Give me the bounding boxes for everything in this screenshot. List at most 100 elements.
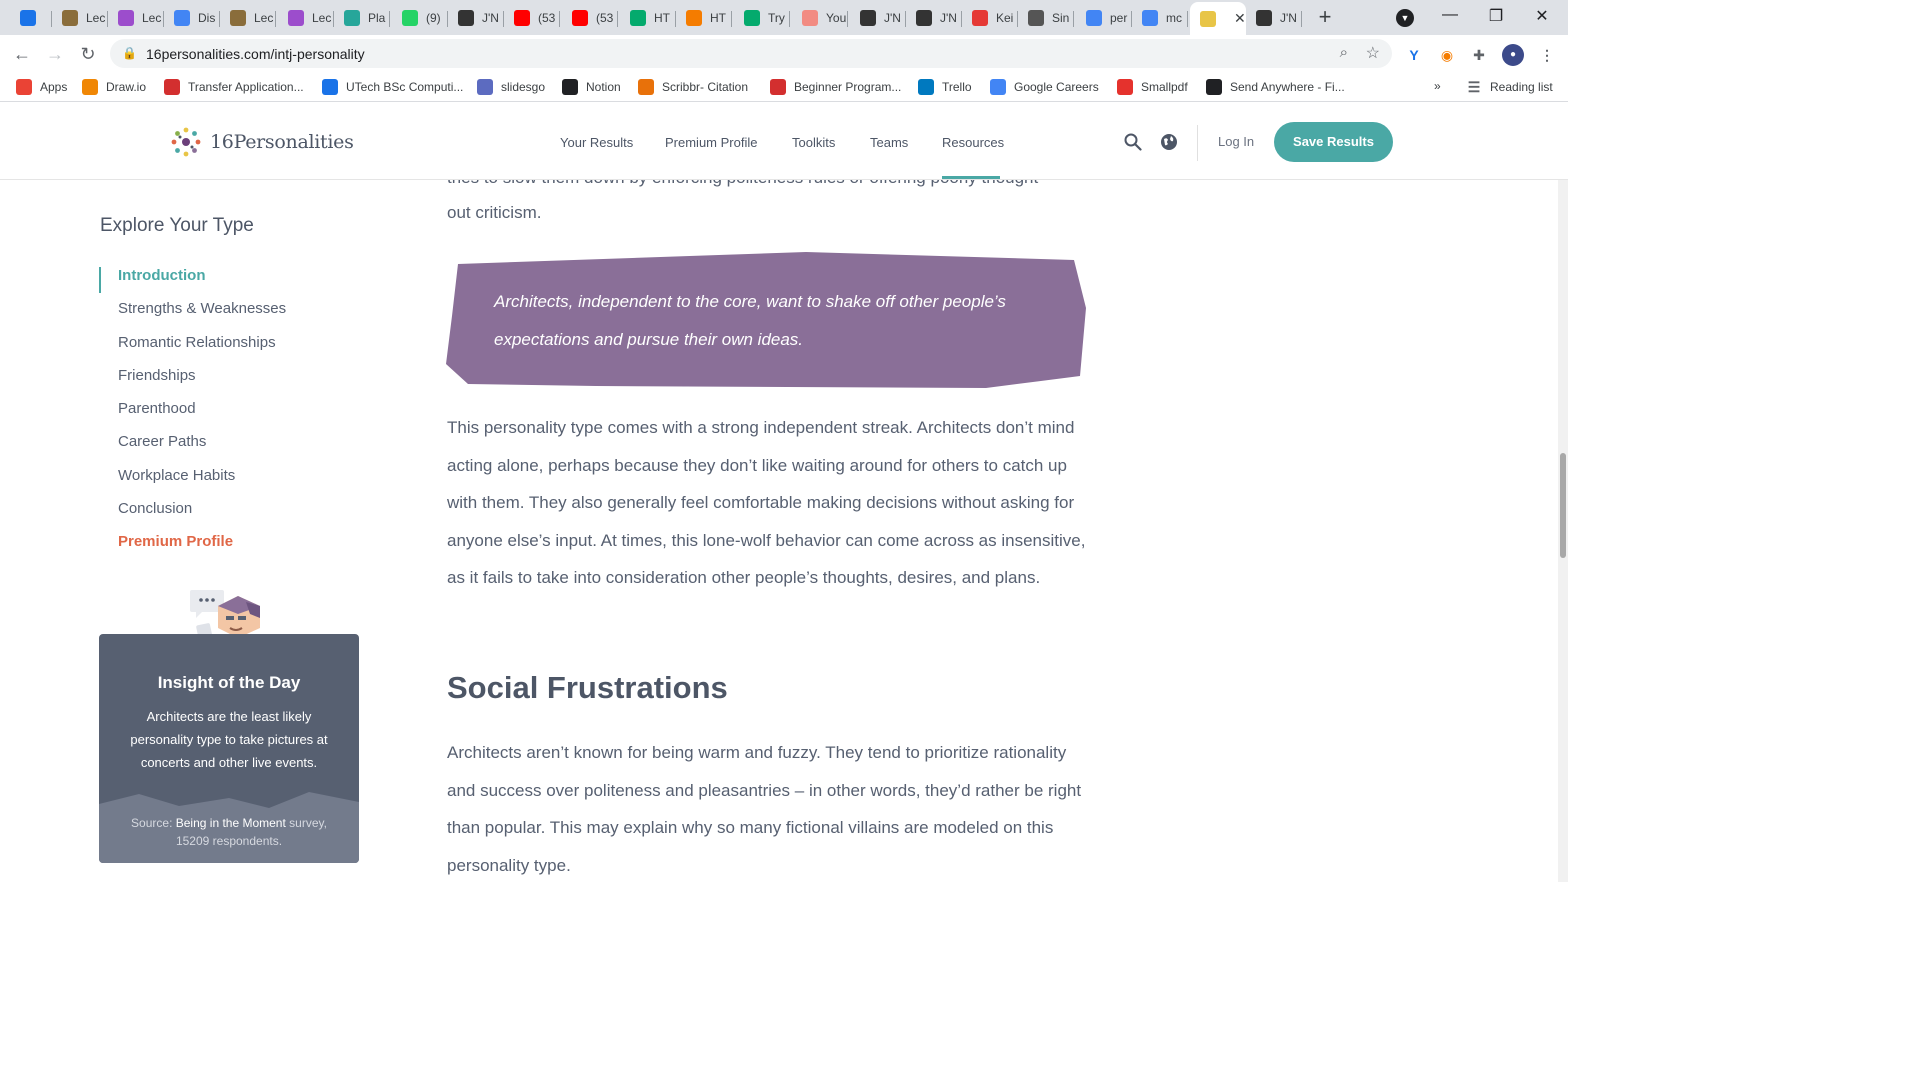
smallpdf-icon <box>1117 79 1133 95</box>
browser-tab[interactable]: J'N <box>850 4 906 32</box>
lock-icon[interactable]: 🔒 <box>122 46 137 60</box>
browser-tab[interactable]: per <box>1076 4 1132 32</box>
save-results-button[interactable]: Save Results <box>1274 122 1393 162</box>
toc-item[interactable]: Romantic Relationships <box>118 334 276 351</box>
reload-icon[interactable]: ↻ <box>76 42 100 66</box>
toc-item[interactable]: Career Paths <box>118 433 206 450</box>
toc-item[interactable]: Workplace Habits <box>118 467 235 484</box>
bookmark-item[interactable]: Notion <box>562 79 621 95</box>
bookmark-item[interactable]: Draw.io <box>82 79 146 95</box>
bookmark-item[interactable]: slidesgo <box>477 79 545 95</box>
reading-list-button[interactable]: ☰ Reading list <box>1466 79 1553 95</box>
browser-tab[interactable]: (9) <box>392 4 448 32</box>
browser-tab[interactable]: Kei <box>962 4 1018 32</box>
forward-icon[interactable]: → <box>43 42 67 66</box>
browser-tab[interactable]: (53 <box>562 4 618 32</box>
site-header: 16Personalities Your Results Premium Pro… <box>0 103 1568 180</box>
bookmark-item[interactable]: Google Careers <box>990 79 1099 95</box>
lightbulb-icon <box>62 10 78 26</box>
page-scrollbar[interactable] <box>1558 103 1568 882</box>
toc-item[interactable]: Premium Profile <box>118 533 233 550</box>
browser-tab[interactable]: Sin <box>1018 4 1074 32</box>
nav-toolkits[interactable]: Toolkits <box>792 135 835 150</box>
nav-resources[interactable]: Resources <box>942 135 1004 150</box>
bookmarks-overflow-icon[interactable]: » <box>1434 79 1441 93</box>
browser-menu-icon[interactable]: ⋮ <box>1538 46 1556 64</box>
article-paragraph-social-frustrations: Architects aren’t known for being warm a… <box>447 743 1082 875</box>
bookmark-item[interactable]: Beginner Program... <box>770 79 901 95</box>
browser-tab[interactable]: HT <box>620 4 676 32</box>
browser-tab[interactable]: Dis <box>164 4 220 32</box>
insight-source-link[interactable]: Being in the Moment <box>176 816 286 830</box>
bookmark-item[interactable]: Scribbr- Citation <box>638 79 748 95</box>
site-logo[interactable]: 16Personalities <box>168 124 354 160</box>
tab-close-icon[interactable]: ✕ <box>1234 10 1246 27</box>
extensions-puzzle-icon[interactable]: ✚ <box>1470 46 1488 64</box>
bookmark-label: Apps <box>40 80 68 94</box>
bookmark-item[interactable]: UTech BSc Computi... <box>322 79 463 95</box>
browser-tab[interactable]: J'N <box>448 4 504 32</box>
window-close-icon[interactable]: ✕ <box>1522 6 1562 26</box>
browser-tab[interactable] <box>10 4 52 32</box>
bookmark-label: Trello <box>942 80 972 94</box>
nav-your-results[interactable]: Your Results <box>560 135 633 150</box>
browser-tab[interactable]: Lec <box>108 4 164 32</box>
browser-tab[interactable]: Lec <box>278 4 334 32</box>
send-anywhere-icon <box>1206 79 1222 95</box>
restore-icon[interactable]: ❐ <box>1476 6 1516 26</box>
toc-item[interactable]: Friendships <box>118 367 196 384</box>
nav-premium-profile[interactable]: Premium Profile <box>665 135 757 150</box>
page-scrollbar-thumb[interactable] <box>1560 453 1566 558</box>
toc-item[interactable]: Strengths & Weaknesses <box>118 300 286 317</box>
insight-source-prefix: Source: <box>131 816 176 830</box>
browser-tab[interactable]: Try <box>734 4 790 32</box>
bookmark-star-icon[interactable]: ☆ <box>1366 43 1380 63</box>
extension-honey-icon[interactable]: ◉ <box>1438 46 1456 64</box>
browser-tab[interactable]: You <box>792 4 848 32</box>
bookmark-item[interactable]: Smallpdf <box>1117 79 1188 95</box>
zoom-icon[interactable]: ⌕ <box>1340 44 1348 61</box>
tab-search-icon[interactable]: ▼ <box>1396 9 1414 27</box>
address-bar[interactable]: 🔒 16personalities.com/intj-personality ⌕… <box>110 39 1392 68</box>
w3-icon <box>630 10 646 26</box>
browser-tab[interactable]: J'N <box>1246 4 1302 32</box>
browser-tab-label: You <box>826 11 847 25</box>
browser-tab[interactable]: J'N <box>906 4 962 32</box>
url-text[interactable]: 16personalities.com/intj-personality <box>146 46 365 62</box>
profile-avatar-icon[interactable]: ● <box>1502 44 1524 66</box>
back-icon[interactable]: ← <box>10 42 34 66</box>
bookmark-label: UTech BSc Computi... <box>346 80 464 94</box>
new-tab-button[interactable]: + <box>1312 6 1338 30</box>
extension-y-icon[interactable]: Y <box>1405 46 1423 64</box>
browser-tab[interactable]: Lec <box>52 4 108 32</box>
minimize-icon[interactable]: — <box>1430 6 1470 24</box>
nav-teams[interactable]: Teams <box>870 135 908 150</box>
toc-item[interactable]: Parenthood <box>118 400 196 417</box>
bookmark-item[interactable]: Transfer Application... <box>164 79 304 95</box>
article-paragraph-independence: This personality type comes with a stron… <box>447 418 1086 588</box>
browser-tab[interactable]: HT <box>676 4 732 32</box>
video-icon <box>118 10 134 26</box>
toc-item[interactable]: Introduction <box>118 267 205 284</box>
people-icon <box>322 79 338 95</box>
browser-tab[interactable]: (53 <box>504 4 560 32</box>
globe-icon[interactable] <box>1160 133 1178 151</box>
browser-tab[interactable]: ✕ <box>1190 2 1246 35</box>
bookmark-item[interactable]: Send Anywhere - Fi... <box>1206 79 1345 95</box>
reading-list-icon: ☰ <box>1467 78 1481 95</box>
tab-separator <box>389 11 390 27</box>
bookmark-item[interactable]: Apps <box>16 79 67 95</box>
insight-source: Source: Being in the Moment survey, 1520… <box>115 814 343 850</box>
login-link[interactable]: Log In <box>1218 134 1254 149</box>
bookmark-label: Scribbr- Citation <box>662 80 749 94</box>
section-title-social-frustrations: Social Frustrations <box>447 670 728 705</box>
insight-text: Architects are the least likely personal… <box>130 709 328 770</box>
browser-tab[interactable]: Pla <box>334 4 390 32</box>
bookmark-item[interactable]: Trello <box>918 79 972 95</box>
header-divider <box>1197 125 1198 161</box>
browser-tab-label: (53 <box>538 11 556 25</box>
toc-item[interactable]: Conclusion <box>118 500 192 517</box>
browser-tab[interactable]: Lec <box>220 4 276 32</box>
browser-tab[interactable]: mc <box>1132 4 1188 32</box>
search-icon[interactable] <box>1124 133 1142 151</box>
